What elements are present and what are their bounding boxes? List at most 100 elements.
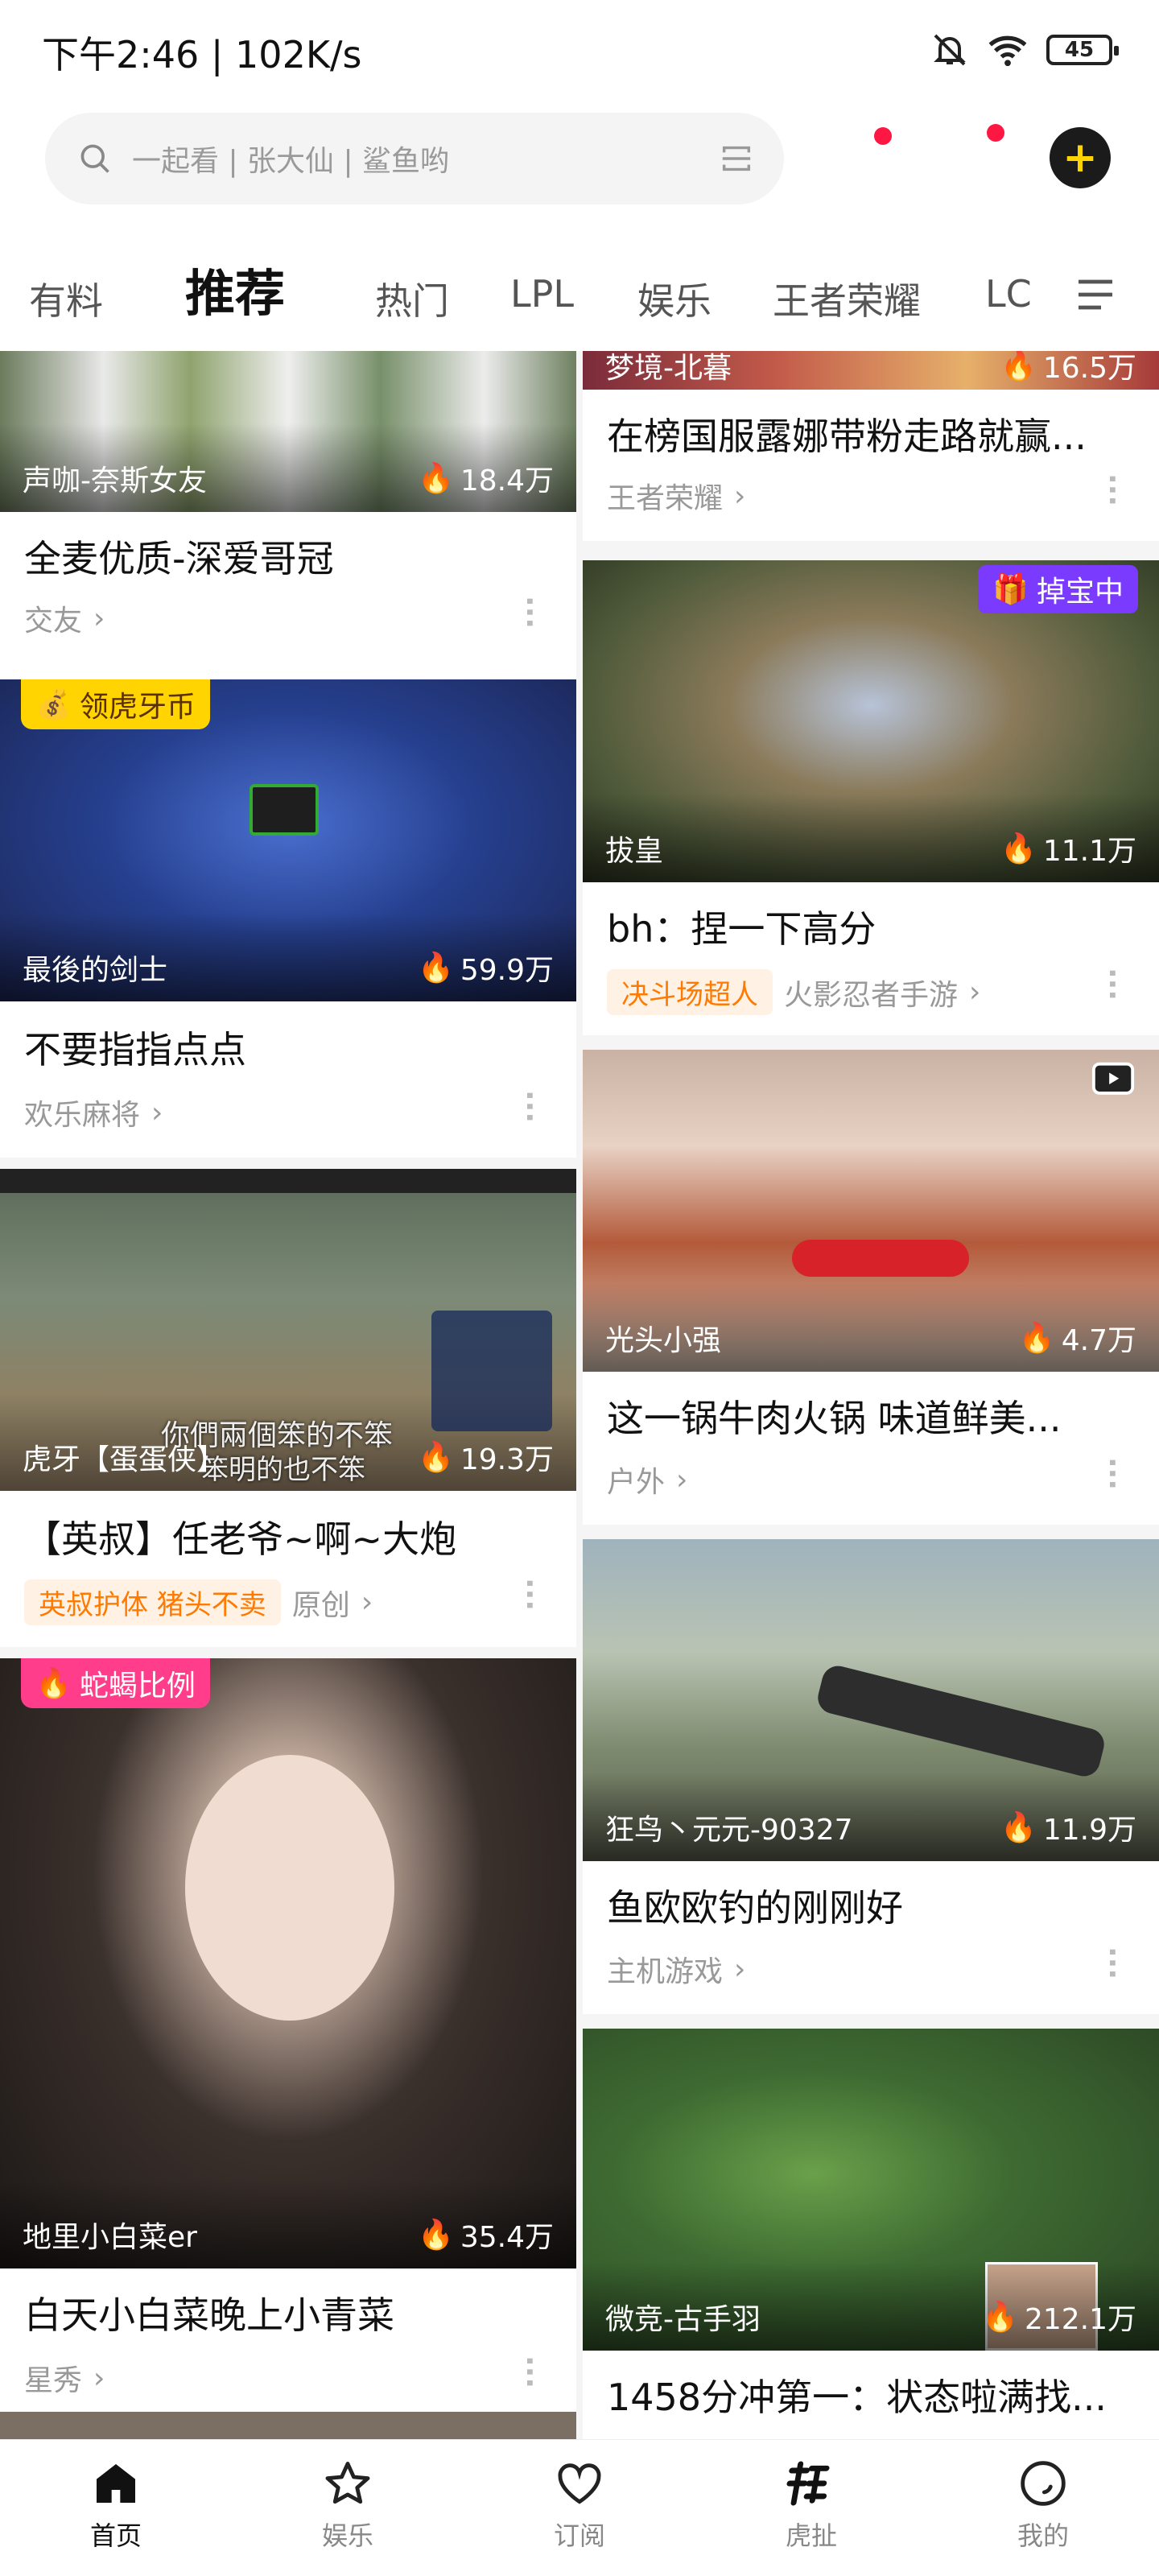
nav-entertainment[interactable]: 娱乐 bbox=[283, 2458, 412, 2553]
card-title: 1458分冲第一：状态啦满找... bbox=[607, 2376, 1107, 2419]
live-card[interactable]: 光头小强 🔥 4.7万 这一锅牛肉火锅 味道鲜美... 户外 › ··· bbox=[583, 1050, 1159, 1525]
card-title: 【英叔】任老爷~啊~大炮 bbox=[24, 1517, 457, 1561]
card-tag[interactable]: 英叔护体 猪头不卖 bbox=[24, 1579, 281, 1625]
promo-badge: 💰 领虎牙币 bbox=[21, 679, 210, 729]
chevron-right-icon: › bbox=[93, 601, 105, 635]
anchor-name: 地里小白菜er bbox=[23, 2221, 197, 2254]
tab-lc[interactable]: LC bbox=[985, 272, 1032, 316]
more-icon[interactable]: ··· bbox=[1095, 473, 1128, 506]
drop-treasure-badge: 🎁 掉宝中 bbox=[978, 565, 1138, 613]
chevron-right-icon: › bbox=[676, 1463, 688, 1496]
bottom-nav: 首页 娱乐 订阅 虎扯 我的 bbox=[0, 2439, 1159, 2576]
anchor-name: 狂鸟丶元元-90327 bbox=[605, 1814, 853, 1847]
live-card[interactable]: 你們兩個笨的不笨 笨明的也不笨 虎牙【蛋蛋侠】 🔥 19.3万 【英叔】任老爷~啊… bbox=[0, 1169, 576, 1647]
fire-icon: 🔥 bbox=[982, 2301, 1018, 2334]
fire-icon: 🔥 bbox=[418, 462, 454, 495]
stream-thumbnail: 光头小强 🔥 4.7万 bbox=[583, 1050, 1159, 1372]
card-meta: 星秀 › bbox=[24, 2357, 105, 2399]
card-meta: 王者荣耀 › bbox=[607, 475, 745, 517]
view-count: 🔥 212.1万 bbox=[982, 2301, 1136, 2336]
chevron-right-icon: › bbox=[361, 1586, 373, 1619]
live-card[interactable]: 最後的剑士 🔥 59.9万 💰 领虎牙币 不要指指点点 欢乐麻将 › ··· bbox=[0, 679, 576, 1158]
anchor-name: 光头小强 bbox=[605, 1324, 722, 1357]
card-tag[interactable]: 决斗场超人 bbox=[607, 969, 773, 1015]
more-icon[interactable]: ··· bbox=[513, 1578, 546, 1611]
nav-home[interactable]: 首页 bbox=[52, 2458, 180, 2553]
live-card[interactable]: 梦境-北暮 🔥 16.5万 在榜国服露娜带粉走路就赢... 王者荣耀 › ··· bbox=[583, 351, 1159, 541]
more-icon[interactable]: ··· bbox=[513, 596, 546, 629]
view-count: 🔥 35.4万 bbox=[418, 2219, 554, 2254]
status-time: 下午2:46 | 102K/s bbox=[42, 33, 362, 76]
notification-dot bbox=[874, 127, 892, 145]
category-link[interactable]: 火影忍者手游 bbox=[784, 972, 958, 1013]
coin-bag-icon: 💰 bbox=[35, 688, 72, 721]
card-meta: 户外 › bbox=[607, 1459, 687, 1501]
anchor-name: 最後的剑士 bbox=[23, 954, 168, 987]
nav-subscribe[interactable]: 订阅 bbox=[515, 2458, 644, 2553]
live-card[interactable]: 地里小白菜er 🔥 35.4万 🔥 蛇蝎比例 白天小白菜晚上小青菜 星秀 › ··· bbox=[0, 1658, 576, 2431]
card-meta: 欢乐麻将 › bbox=[24, 1092, 163, 1133]
category-link[interactable]: 欢乐麻将 bbox=[24, 1092, 140, 1133]
live-card[interactable] bbox=[0, 2412, 576, 2439]
live-card[interactable]: 微竞-古手羽 🔥 212.1万 1458分冲第一：状态啦满找... bbox=[583, 2029, 1159, 2439]
tab-tuijian[interactable]: 推荐 bbox=[185, 253, 285, 325]
flame-icon: 🔥 bbox=[35, 1667, 72, 1700]
huche-logo-icon bbox=[786, 2461, 830, 2506]
heart-icon bbox=[558, 2463, 601, 2504]
nav-huche[interactable]: 虎扯 bbox=[747, 2458, 876, 2553]
fire-icon: 🔥 bbox=[418, 952, 454, 985]
category-link[interactable]: 星秀 bbox=[24, 2357, 82, 2399]
home-icon bbox=[97, 2464, 135, 2503]
scan-icon[interactable] bbox=[718, 140, 755, 177]
more-icon[interactable]: ··· bbox=[1095, 968, 1128, 1001]
star-icon bbox=[325, 2462, 370, 2504]
tab-youliao[interactable]: 有料 bbox=[29, 272, 103, 325]
gift-icon: 🎁 bbox=[992, 573, 1029, 606]
category-link[interactable]: 王者荣耀 bbox=[607, 475, 723, 517]
more-icon[interactable]: ··· bbox=[513, 1090, 546, 1123]
fire-icon: 🔥 bbox=[418, 2219, 454, 2252]
fire-icon: 🔥 bbox=[1018, 1322, 1055, 1355]
card-meta: 英叔护体 猪头不卖 原创 › bbox=[24, 1579, 373, 1625]
more-icon[interactable]: ··· bbox=[513, 2355, 546, 2388]
chevron-right-icon: › bbox=[151, 1096, 163, 1129]
fire-icon: 🔥 bbox=[1000, 1811, 1037, 1844]
profile-icon bbox=[1021, 2461, 1066, 2506]
tab-lpl[interactable]: LPL bbox=[510, 272, 574, 316]
tab-menu-icon[interactable] bbox=[1075, 277, 1116, 312]
more-icon[interactable]: ··· bbox=[1095, 1946, 1128, 1979]
add-button[interactable]: + bbox=[1050, 127, 1111, 188]
search-placeholder: 一起看 | 张大仙 | 鲨鱼哟 bbox=[132, 145, 450, 178]
tab-wangzhe[interactable]: 王者荣耀 bbox=[773, 272, 921, 325]
stream-thumbnail: 微竞-古手羽 🔥 212.1万 bbox=[583, 2029, 1159, 2351]
view-count: 🔥 16.5万 bbox=[1000, 351, 1136, 386]
fire-icon: 🔥 bbox=[418, 1441, 454, 1474]
live-card[interactable]: 拔皇 🔥 11.1万 🎁 掉宝中 bh：捏一下高分 决斗场超人 火影忍者手游 › ··· bbox=[583, 560, 1159, 1035]
search-bar[interactable]: 一起看 | 张大仙 | 鲨鱼哟 bbox=[45, 113, 784, 204]
view-count: 🔥 11.9万 bbox=[1000, 1811, 1136, 1847]
category-link[interactable]: 原创 bbox=[292, 1582, 350, 1624]
more-icon[interactable]: ··· bbox=[1095, 1457, 1128, 1490]
live-card[interactable]: 狂鸟丶元元-90327 🔥 11.9万 鱼欧欧钓的刚刚好 主机游戏 › ··· bbox=[583, 1539, 1159, 2014]
chevron-right-icon: › bbox=[734, 1952, 746, 1986]
category-link[interactable]: 主机游戏 bbox=[607, 1948, 723, 1990]
tab-remen[interactable]: 热门 bbox=[375, 272, 449, 325]
battery-icon: 45 bbox=[1046, 35, 1119, 65]
category-link[interactable]: 交友 bbox=[24, 597, 82, 639]
view-count: 🔥 18.4万 bbox=[418, 462, 554, 497]
nav-profile[interactable]: 我的 bbox=[979, 2458, 1107, 2553]
anchor-name: 声咖-奈斯女友 bbox=[23, 464, 207, 497]
search-icon bbox=[80, 144, 109, 173]
card-meta: 交友 › bbox=[24, 597, 105, 639]
chevron-right-icon: › bbox=[93, 2361, 105, 2395]
notification-dot bbox=[987, 124, 1004, 142]
stream-thumbnail: 声咖-奈斯女友 🔥 18.4万 bbox=[0, 351, 576, 512]
mute-bell-icon bbox=[934, 34, 966, 66]
tab-yule[interactable]: 娱乐 bbox=[637, 272, 711, 325]
status-bar: 下午2:46 | 102K/s 45 bbox=[0, 0, 1159, 97]
category-link[interactable]: 户外 bbox=[607, 1459, 665, 1501]
anchor-name: 虎牙【蛋蛋侠】 bbox=[23, 1443, 226, 1476]
fire-icon: 🔥 bbox=[1000, 351, 1037, 382]
video-feed: 声咖-奈斯女友 🔥 18.4万 全麦优质-深爱哥冠 交友 › ··· 最後的剑士 🔥… bbox=[0, 351, 1159, 2439]
category-tabs: 有料 推荐 热门 LPL 娱乐 王者荣耀 LC bbox=[0, 242, 1159, 346]
